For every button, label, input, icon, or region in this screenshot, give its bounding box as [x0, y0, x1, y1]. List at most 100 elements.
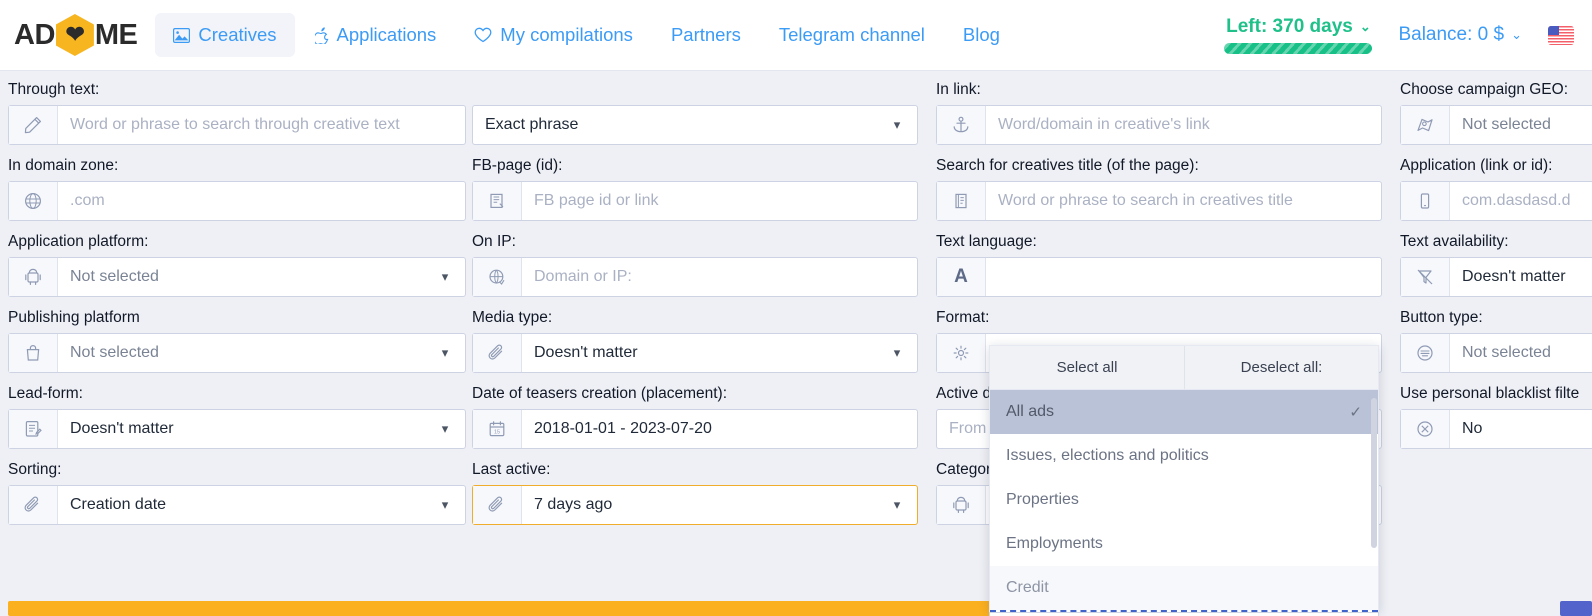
field-in-link: In link: Word/domain in creative's link [936, 81, 1382, 145]
button-type-value[interactable]: Not selected [1450, 334, 1592, 372]
dropdown-option-employments[interactable]: Employments [990, 522, 1378, 566]
chevron-down-icon[interactable]: ▾ [885, 106, 917, 144]
app-header: AD ❤ ME Creatives Applications My compil… [0, 0, 1592, 71]
calendar-icon: 15 [473, 410, 522, 448]
chevron-down-icon[interactable]: ▾ [433, 486, 465, 524]
android-icon [9, 258, 58, 296]
chevron-down-icon[interactable]: ▾ [433, 258, 465, 296]
media-type-value[interactable]: Doesn't matter [522, 334, 885, 372]
nav-item-telegram-channel[interactable]: Telegram channel [761, 13, 943, 57]
domain-zone-input[interactable]: .com [58, 182, 465, 220]
field-teaser-creation-date: Date of teasers creation (placement): 15… [472, 385, 918, 449]
document-icon [937, 182, 986, 220]
personal-blacklist-value[interactable]: No [1450, 410, 1592, 448]
publishing-platform-value[interactable]: Not selected [58, 334, 433, 372]
text-availability-value[interactable]: Doesn't matter [1450, 258, 1592, 296]
fb-page-input[interactable]: FB page id or link [522, 182, 917, 220]
text-language-value[interactable] [986, 258, 1381, 296]
filters-column-2: Exact phrase ▾ FB-page (id): FB page id … [472, 81, 918, 537]
field-label: Sorting: [8, 461, 466, 479]
application-input-group[interactable]: com.dasdasd.d [1400, 181, 1592, 221]
creatives-title-input-group[interactable]: Word or phrase to search in creatives ti… [936, 181, 1382, 221]
field-label: Through text: [8, 81, 466, 99]
in-link-input[interactable]: Word/domain in creative's link [986, 106, 1381, 144]
chevron-down-icon[interactable]: ▾ [885, 334, 917, 372]
dropdown-scrollbar[interactable] [1371, 398, 1377, 594]
dropdown-option-credit[interactable]: Credit [990, 566, 1378, 610]
nav-item-blog[interactable]: Blog [945, 13, 1018, 57]
nav-item-creatives[interactable]: Creatives [155, 13, 294, 57]
phone-icon [1401, 182, 1450, 220]
domain-zone-input-group[interactable]: .com [8, 181, 466, 221]
brand-name-left: AD [14, 19, 55, 52]
nav-item-applications[interactable]: Applications [297, 13, 455, 57]
text-language-multiselect-group[interactable]: A [936, 257, 1382, 297]
nav-label: My compilations [500, 24, 633, 46]
campaign-geo-value[interactable]: Not selected [1450, 106, 1592, 144]
teaser-date-range-group[interactable]: 15 2018-01-01 - 2023-07-20 [472, 409, 918, 449]
on-ip-input[interactable]: Domain or IP: [522, 258, 917, 296]
chevron-down-icon: ⌄ [1511, 27, 1522, 43]
exact-phrase-value[interactable]: Exact phrase [473, 106, 885, 144]
field-label: Search for creatives title (of the page)… [936, 157, 1382, 175]
secondary-action-button[interactable] [1560, 601, 1592, 616]
field-label: Application platform: [8, 233, 466, 251]
geo-pin-icon [1401, 106, 1450, 144]
campaign-geo-select-group[interactable]: Not selected [1400, 105, 1592, 145]
last-active-select-group[interactable]: 7 days ago ▾ [472, 485, 918, 525]
nav-label: Partners [671, 24, 741, 46]
field-sorting: Sorting: Creation date ▾ [8, 461, 466, 525]
field-label: Button type: [1400, 309, 1592, 327]
select-all-button[interactable]: Select all [990, 346, 1184, 389]
brand-logo[interactable]: AD ❤ ME [14, 14, 137, 56]
chevron-down-icon: ⌄ [1360, 19, 1371, 35]
subscription-days-widget[interactable]: Left: 370 days ⌄ [1224, 16, 1372, 54]
sorting-select-group[interactable]: Creation date ▾ [8, 485, 466, 525]
exact-phrase-select-group[interactable]: Exact phrase ▾ [472, 105, 918, 145]
days-left-button[interactable]: Left: 370 days ⌄ [1226, 16, 1371, 38]
lead-form-value[interactable]: Doesn't matter [58, 410, 433, 448]
filters-column-4: Choose campaign GEO: Not selected Applic… [1400, 81, 1592, 461]
teaser-date-range-value[interactable]: 2018-01-01 - 2023-07-20 [522, 410, 917, 448]
chevron-down-icon[interactable]: ▾ [885, 486, 917, 524]
category-dropdown-panel[interactable]: Select all Deselect all: All ads ✓ Issue… [989, 345, 1379, 612]
button-type-select-group[interactable]: Not selected [1400, 333, 1592, 373]
balance-button[interactable]: Balance: 0 $ ⌄ [1398, 24, 1522, 46]
last-active-value[interactable]: 7 days ago [522, 486, 885, 524]
application-input[interactable]: com.dasdasd.d [1450, 182, 1592, 220]
on-ip-input-group[interactable]: Domain or IP: [472, 257, 918, 297]
field-label: Media type: [472, 309, 918, 327]
lead-form-select-group[interactable]: Doesn't matter ▾ [8, 409, 466, 449]
header-account-area: Left: 370 days ⌄ Balance: 0 $ ⌄ [1224, 16, 1578, 54]
sorting-value[interactable]: Creation date [58, 486, 433, 524]
nav-item-my-compilations[interactable]: My compilations [456, 13, 651, 57]
media-type-select-group[interactable]: Doesn't matter ▾ [472, 333, 918, 373]
dropdown-option-properties[interactable]: Properties [990, 478, 1378, 522]
in-link-input-group[interactable]: Word/domain in creative's link [936, 105, 1382, 145]
application-platform-value[interactable]: Not selected [58, 258, 433, 296]
balance-label: Balance: 0 $ [1398, 24, 1504, 46]
deselect-all-button[interactable]: Deselect all: [1184, 346, 1378, 389]
chevron-down-icon[interactable]: ▾ [433, 334, 465, 372]
through-text-input-group[interactable]: Word or phrase to search through creativ… [8, 105, 466, 145]
field-label: Date of teasers creation (placement): [472, 385, 918, 403]
category-select-display[interactable]: All ads ▴ [989, 612, 1379, 616]
application-platform-select-group[interactable]: Not selected ▾ [8, 257, 466, 297]
field-label: Publishing platform [8, 309, 466, 327]
us-flag-icon[interactable] [1548, 26, 1574, 45]
field-label: Last active: [472, 461, 918, 479]
creatives-title-input[interactable]: Word or phrase to search in creatives ti… [986, 182, 1381, 220]
globe-icon [9, 182, 58, 220]
chevron-down-icon[interactable]: ▾ [433, 410, 465, 448]
nav-item-partners[interactable]: Partners [653, 13, 759, 57]
dropdown-option-all-ads[interactable]: All ads ✓ [990, 390, 1378, 434]
publishing-platform-select-group[interactable]: Not selected ▾ [8, 333, 466, 373]
form-edit-icon [9, 410, 58, 448]
text-availability-select-group[interactable]: Doesn't matter [1400, 257, 1592, 297]
personal-blacklist-select-group[interactable]: No [1400, 409, 1592, 449]
subscription-progress-bar [1224, 43, 1372, 54]
option-label: All ads [1006, 403, 1054, 421]
dropdown-option-issues-elections-politics[interactable]: Issues, elections and politics [990, 434, 1378, 478]
fb-page-input-group[interactable]: FB page id or link [472, 181, 918, 221]
search-input[interactable]: Word or phrase to search through creativ… [58, 106, 465, 144]
